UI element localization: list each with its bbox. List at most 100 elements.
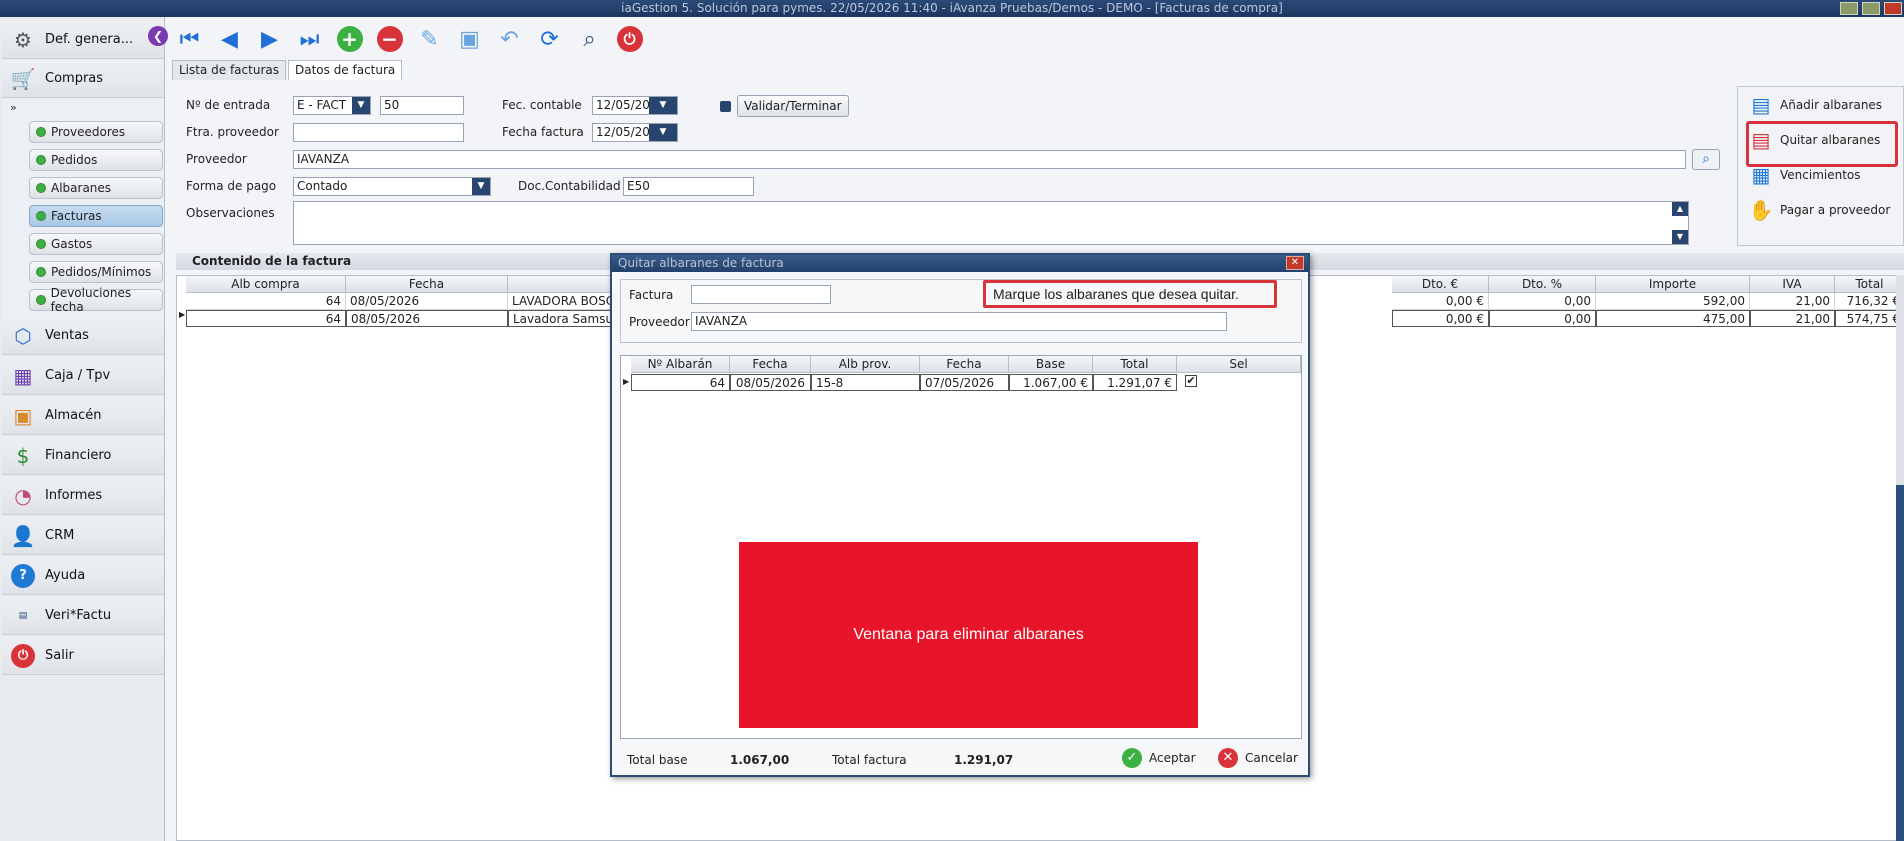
doc-contabilidad-input[interactable]: E50 <box>623 177 754 196</box>
sidebar: ⚙ Def. genera... ❮ 🛒 Compras » Proveedor… <box>0 17 168 841</box>
submenu-item-pedidos[interactable]: Pedidos <box>29 149 163 171</box>
sidebar-item-salir[interactable]: ⏻ Salir <box>2 637 164 675</box>
search-document-icon[interactable]: ⌕ <box>574 24 605 55</box>
entrada-num-input[interactable]: 50 <box>380 96 464 115</box>
column-header[interactable]: Dto. € <box>1392 276 1489 293</box>
column-header[interactable]: Fecha <box>730 356 811 373</box>
proveedor-input[interactable]: IAVANZA <box>293 150 1686 169</box>
proveedor-input[interactable]: IAVANZA <box>691 312 1227 331</box>
cell-base: 1.067,00 € <box>1009 374 1093 391</box>
verifactu-icon: ▤ <box>18 610 28 621</box>
sidebar-item-ventas[interactable]: ⬡ Ventas <box>2 317 164 355</box>
column-header[interactable]: Importe <box>1596 276 1750 293</box>
factura-input[interactable] <box>691 285 831 304</box>
submenu-item-pedidos-minimos[interactable]: Pedidos/Mínimos <box>29 261 163 283</box>
sidebar-item-label: Almacén <box>45 408 102 423</box>
scroll-down-icon[interactable]: ▼ <box>1672 230 1688 244</box>
column-header[interactable]: Dto. % <box>1489 276 1596 293</box>
calendar-dropdown-icon[interactable]: ▼ <box>649 97 677 114</box>
column-header[interactable]: Fecha <box>920 356 1009 373</box>
last-record-icon[interactable]: ⏭ <box>294 24 325 55</box>
sidebar-item-caja[interactable]: ▦ Caja / Tpv <box>2 357 164 395</box>
dialog-header-panel: Factura Proveedor IAVANZA Marque los alb… <box>620 279 1302 343</box>
cancelar-button[interactable]: ✕ Cancelar <box>1218 748 1298 768</box>
sidebar-item-almacen[interactable]: ▣ Almacén <box>2 397 164 435</box>
validar-terminar-button[interactable]: Validar/Terminar <box>737 95 849 117</box>
submenu-item-proveedores[interactable]: Proveedores <box>29 121 163 143</box>
sidebar-item-financiero[interactable]: $ Financiero <box>2 437 164 475</box>
sidebar-item-crm[interactable]: 👤 CRM <box>2 517 164 555</box>
action-label: Pagar a proveedor <box>1780 203 1891 217</box>
anadir-albaranes-button[interactable]: ▤ Añadir albaranes <box>1748 91 1883 119</box>
sidebar-item-verifactu[interactable]: ▤ Veri*Factu <box>2 597 164 635</box>
previous-record-icon[interactable]: ◀ <box>214 24 245 55</box>
forma-pago-select[interactable]: Contado ▼ <box>293 177 491 196</box>
observaciones-textarea[interactable]: ▲ ▼ <box>293 201 1689 245</box>
sel-checkbox[interactable]: ✔ <box>1185 375 1197 387</box>
close-window-icon[interactable] <box>1884 2 1902 15</box>
search-icon[interactable]: ⌕ <box>1692 149 1720 170</box>
collapse-sidebar-button[interactable]: ❮ <box>148 26 168 46</box>
scrollbar-thumb[interactable] <box>1896 485 1904 841</box>
column-header[interactable]: Alb prov. <box>811 356 920 373</box>
column-header[interactable]: Total <box>1093 356 1177 373</box>
pagar-proveedor-button[interactable]: ✋ Pagar a proveedor <box>1748 196 1891 224</box>
refresh-icon[interactable]: ⟳ <box>534 24 565 55</box>
cell-fecha: 08/05/2026 <box>730 374 811 391</box>
total-base-value: 1.067,00 <box>730 753 790 767</box>
column-header[interactable]: IVA <box>1750 276 1835 293</box>
tab-datos-factura[interactable]: Datos de factura <box>287 60 403 80</box>
submenu-label: Devoluciones fecha <box>50 286 132 314</box>
vertical-scrollbar[interactable] <box>1896 275 1904 841</box>
row-pointer-icon: ▶ <box>179 310 186 319</box>
aceptar-button[interactable]: ✓ Aceptar <box>1122 748 1196 768</box>
column-header[interactable]: Nº Albarán <box>631 356 730 373</box>
gear-icon: ⚙ <box>14 27 32 52</box>
compras-submenu: » Proveedores Pedidos Albaranes Facturas… <box>2 99 164 317</box>
column-header[interactable]: Alb compra <box>186 276 346 293</box>
submenu-item-gastos[interactable]: Gastos <box>29 233 163 255</box>
next-record-icon[interactable]: ▶ <box>254 24 285 55</box>
chevron-down-icon[interactable]: ▼ <box>472 178 490 195</box>
power-off-icon[interactable]: ⏻ <box>614 24 645 55</box>
submenu-item-albaranes[interactable]: Albaranes <box>29 177 163 199</box>
entrada-serie-select[interactable]: E - FACT ▼ <box>293 96 371 115</box>
column-header[interactable]: Sel <box>1177 356 1301 373</box>
close-icon[interactable]: ✕ <box>1286 256 1304 270</box>
column-header[interactable]: Fecha <box>346 276 508 293</box>
column-header[interactable]: Base <box>1009 356 1093 373</box>
proveedor-label: Proveedor <box>186 152 247 166</box>
chevron-down-icon[interactable]: ▼ <box>352 97 370 114</box>
toolbar: ⏮ ◀ ▶ ⏭ + − ✎ ▣ ↶ ⟳ ⌕ ⏻ <box>166 18 1904 60</box>
column-header[interactable]: Total <box>1835 276 1904 293</box>
cancelar-label: Cancelar <box>1245 751 1298 765</box>
scroll-up-icon[interactable]: ▲ <box>1672 202 1688 216</box>
tab-lista-facturas[interactable]: Lista de facturas <box>172 60 286 80</box>
minimize-icon[interactable] <box>1840 2 1858 15</box>
fec-contable-input[interactable]: 12/05/2026 ▼ <box>592 96 678 115</box>
delete-record-icon[interactable]: − <box>374 24 405 55</box>
validar-checkbox[interactable] <box>720 101 731 112</box>
submenu-item-facturas[interactable]: Facturas <box>29 205 163 227</box>
sidebar-item-informes[interactable]: ◔ Informes <box>2 477 164 515</box>
sidebar-item-def-general[interactable]: ⚙ Def. genera... <box>2 21 164 59</box>
save-icon[interactable]: ▣ <box>454 24 485 55</box>
cell-importe: 475,00 <box>1596 310 1750 327</box>
sidebar-item-compras[interactable]: 🛒 Compras <box>2 60 164 98</box>
window-title: iaGestion 5. Solución para pymes. 22/05/… <box>621 1 1283 15</box>
undo-icon[interactable]: ↶ <box>494 24 525 55</box>
sidebar-item-ayuda[interactable]: ? Ayuda <box>2 557 164 595</box>
submenu-item-devoluciones[interactable]: Devoluciones fecha <box>29 286 163 314</box>
calendar-dropdown-icon[interactable]: ▼ <box>649 124 677 141</box>
cell-dto-eur: 0,00 € <box>1392 293 1489 310</box>
edit-icon[interactable]: ✎ <box>414 24 445 55</box>
add-record-icon[interactable]: + <box>334 24 365 55</box>
first-record-icon[interactable]: ⏮ <box>174 24 205 55</box>
money-icon: $ <box>16 443 30 468</box>
maximize-icon[interactable] <box>1862 2 1880 15</box>
ftra-proveedor-input[interactable] <box>293 123 464 142</box>
chevron-double-down-icon[interactable]: » <box>10 101 17 114</box>
submenu-label: Albaranes <box>51 181 112 195</box>
annotation-overlay: Ventana para eliminar albaranes <box>739 542 1198 728</box>
fecha-factura-input[interactable]: 12/05/2026 ▼ <box>592 123 678 142</box>
